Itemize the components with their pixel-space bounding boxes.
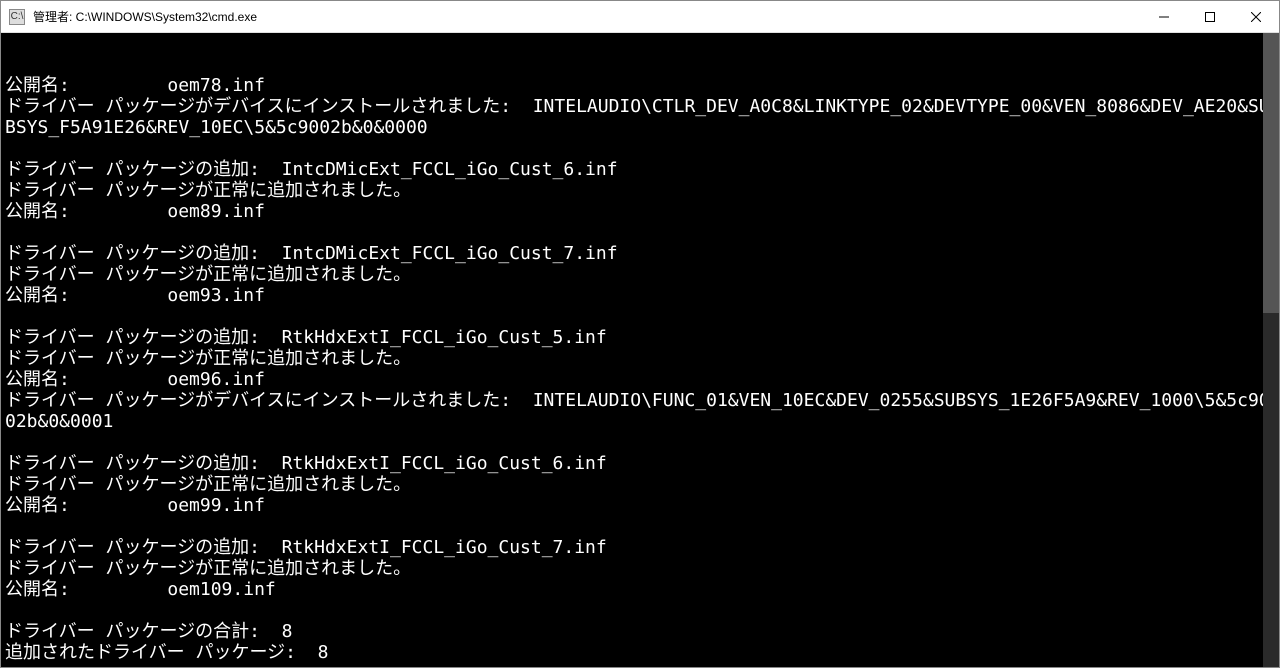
window-title: 管理者: C:\WINDOWS\System32\cmd.exe — [33, 8, 1141, 25]
terminal-output: 公開名: oem78.inf ドライバー パッケージがデバイスにインストールされ… — [5, 75, 1275, 667]
scrollbar-track[interactable] — [1263, 33, 1279, 667]
minimize-icon — [1159, 12, 1169, 22]
close-icon — [1251, 12, 1261, 22]
app-icon: C:\ — [9, 9, 25, 25]
titlebar: C:\ 管理者: C:\WINDOWS\System32\cmd.exe — [1, 1, 1279, 33]
minimize-button[interactable] — [1141, 1, 1187, 33]
maximize-button[interactable] — [1187, 1, 1233, 33]
terminal-area[interactable]: 公開名: oem78.inf ドライバー パッケージがデバイスにインストールされ… — [1, 33, 1279, 667]
scrollbar-thumb[interactable] — [1263, 33, 1279, 313]
maximize-icon — [1205, 12, 1215, 22]
window-controls — [1141, 1, 1279, 32]
app-icon-text: C:\ — [11, 11, 24, 22]
cmd-window: C:\ 管理者: C:\WINDOWS\System32\cmd.exe 公開名… — [0, 0, 1280, 668]
close-button[interactable] — [1233, 1, 1279, 33]
